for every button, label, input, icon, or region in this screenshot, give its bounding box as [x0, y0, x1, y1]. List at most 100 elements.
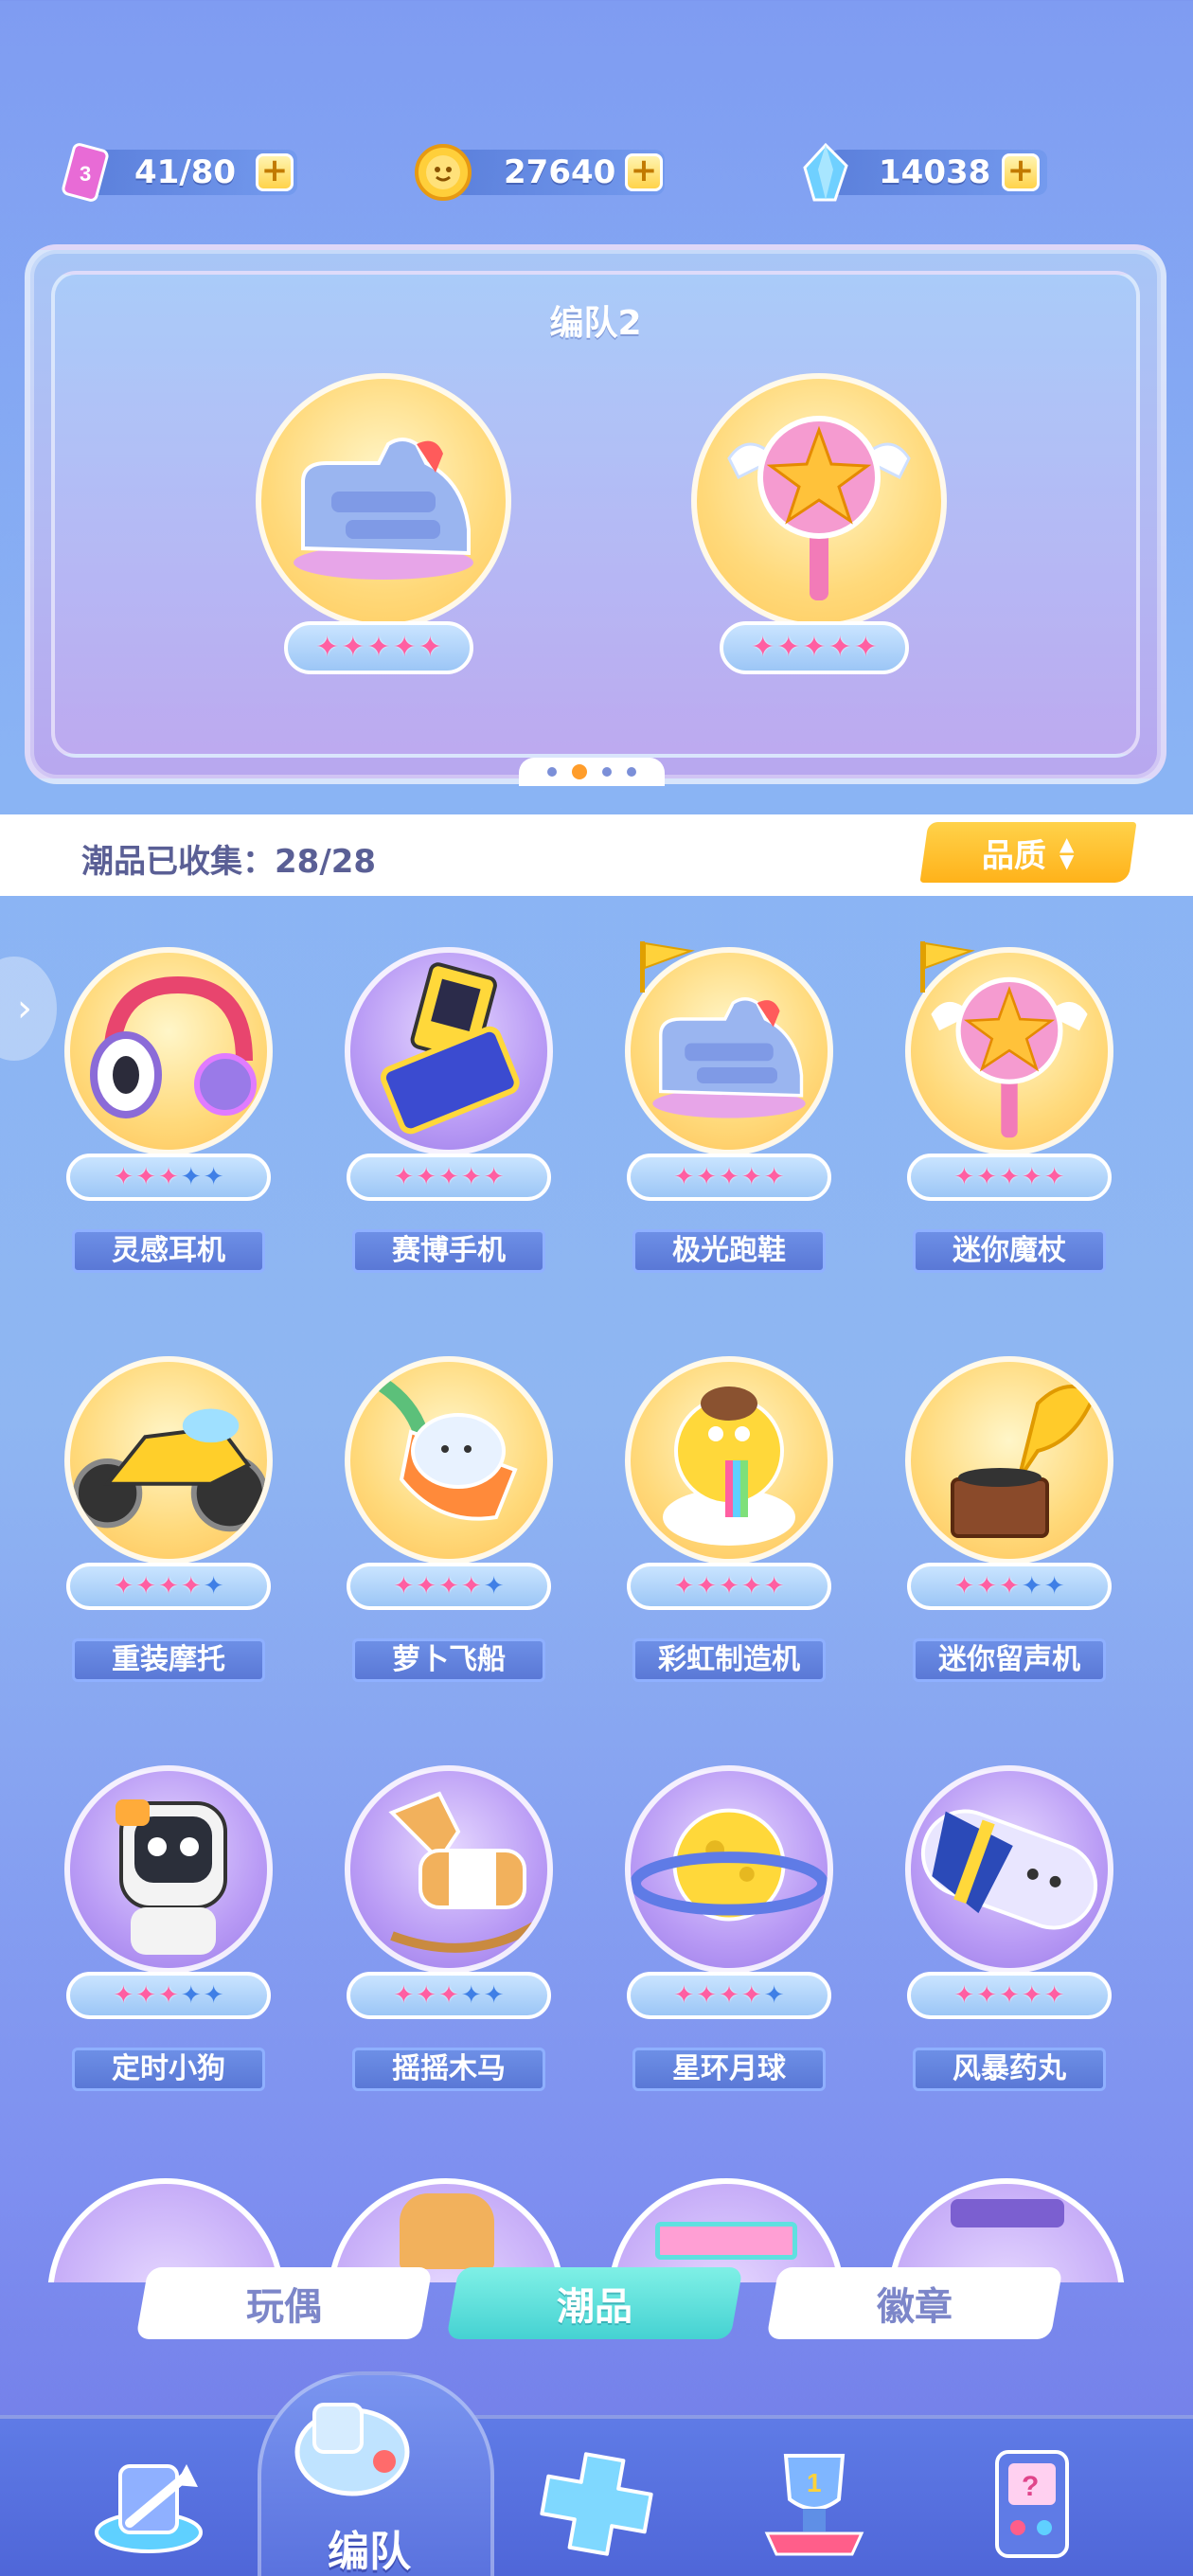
star-filled-icon: ✦ — [460, 1163, 482, 1191]
team-slot-2-stars: ✦ ✦ ✦ ✦ ✦ — [720, 621, 909, 674]
gold-coin-icon — [409, 138, 477, 206]
item-name: 重装摩托 — [72, 1638, 265, 1682]
collection-item[interactable]: ✦ ✦ ✦ ✦ ✦ 彩虹制造机 — [606, 1356, 852, 1707]
sort-arrows-icon: ▲ ▼ — [1059, 832, 1075, 872]
star-filled-icon: ✦ — [341, 631, 365, 664]
svg-text:?: ? — [1022, 2471, 1039, 2502]
star-filled-icon: ✦ — [392, 631, 417, 664]
star-filled-icon: ✦ — [740, 1981, 762, 2010]
collection-count: 潮品已收集：28/28 — [81, 843, 377, 881]
add-coin-button[interactable]: + — [625, 153, 663, 191]
star-filled-icon: ✦ — [673, 1981, 695, 2010]
coin-value: 27640 — [504, 153, 616, 191]
item-stars: ✦ ✦ ✦ ✦ ✦ — [347, 1563, 551, 1610]
add-crystal-button[interactable]: + — [1002, 153, 1040, 191]
star-filled-icon: ✦ — [113, 1572, 134, 1601]
bottom-nav: 编队 1 ? — [0, 2371, 1193, 2576]
nav-trophy[interactable]: 1 — [748, 2438, 881, 2570]
whistle-icon — [294, 2403, 410, 2496]
sneaker-icon — [256, 373, 511, 629]
collection-item[interactable]: ✦ ✦ ✦ ✦ ✦ 星环月球 — [606, 1765, 852, 2116]
star-filled-icon: ✦ — [828, 631, 852, 664]
item-stars: ✦ ✦ ✦ ✦ ✦ — [907, 1154, 1112, 1201]
chevron-right-icon: › — [17, 987, 32, 1030]
star-filled-icon: ✦ — [763, 1163, 785, 1191]
star-filled-icon: ✦ — [953, 1572, 975, 1601]
game-pad-icon — [540, 2452, 653, 2556]
nav-arcade[interactable]: ? — [966, 2438, 1098, 2570]
team-page-indicator[interactable] — [519, 758, 665, 786]
star-filled-icon: ✦ — [1043, 1163, 1065, 1191]
collection-item[interactable]: ✦ ✦ ✦ ✦ ✦ 赛博手机 — [326, 947, 572, 1297]
item-name: 风暴药丸 — [913, 2048, 1106, 2091]
item-name: 星环月球 — [632, 2048, 826, 2091]
star-filled-icon: ✦ — [1021, 1981, 1042, 2010]
star-filled-icon: ✦ — [999, 1163, 1020, 1191]
item-stars: ✦ ✦ ✦ ✦ ✦ — [627, 1154, 831, 1201]
collection-item[interactable]: ✦ ✦ ✦ ✦ ✦ 定时小狗 — [45, 1765, 292, 2116]
star-filled-icon: ✦ — [460, 1572, 482, 1601]
gramophone-icon — [905, 1356, 1113, 1565]
star-empty-icon: ✦ — [1021, 1572, 1042, 1601]
stamina-counter: 3 41/80 + — [51, 142, 316, 202]
flag-icon — [634, 938, 701, 994]
arrow-portal-icon — [95, 2464, 203, 2553]
item-stars: ✦ ✦ ✦ ✦ ✦ — [66, 1563, 271, 1610]
star-filled-icon: ✦ — [740, 1163, 762, 1191]
star-empty-icon: ✦ — [180, 1981, 202, 2010]
star-filled-icon: ✦ — [853, 631, 878, 664]
star-filled-icon: ✦ — [1043, 1981, 1065, 2010]
energy-ticket-icon: 3 — [51, 138, 119, 206]
star-filled-icon: ✦ — [418, 631, 442, 664]
nav-game[interactable] — [530, 2438, 663, 2570]
collection-item[interactable]: ✦ ✦ ✦ ✦ ✦ 萝卜飞船 — [326, 1356, 572, 1707]
quality-sort-button[interactable]: 品质 ▲ ▼ — [919, 822, 1137, 883]
arcade-machine-icon: ? — [995, 2450, 1069, 2558]
item-stars: ✦ ✦ ✦ ✦ ✦ — [627, 1563, 831, 1610]
collection-bar: 潮品已收集：28/28 品质 ▲ ▼ — [0, 814, 1193, 896]
crystal-counter: 14038 + — [792, 142, 1057, 202]
collection-item[interactable]: ✦ ✦ ✦ ✦ ✦ 灵感耳机 — [45, 947, 292, 1297]
item-name: 萝卜飞船 — [352, 1638, 545, 1682]
star-filled-icon: ✦ — [438, 1572, 459, 1601]
team-slot-1[interactable]: ✦ ✦ ✦ ✦ ✦ — [246, 373, 521, 686]
page-dot[interactable] — [627, 767, 636, 777]
collection-item[interactable]: ✦ ✦ ✦ ✦ ✦ 风暴药丸 — [886, 1765, 1132, 2116]
nav-team[interactable] — [286, 2381, 418, 2513]
tab-badges[interactable]: 徽章 — [766, 2267, 1063, 2339]
star-filled-icon: ✦ — [802, 631, 827, 664]
tab-dolls[interactable]: 玩偶 — [135, 2267, 433, 2339]
quality-sort-label: 品质 — [982, 836, 1047, 875]
star-filled-icon: ✦ — [135, 1163, 157, 1191]
star-filled-icon: ✦ — [135, 1572, 157, 1601]
collection-item[interactable]: ✦ ✦ ✦ ✦ ✦ 摇摇木马 — [326, 1765, 572, 2116]
collection-item[interactable]: ✦ ✦ ✦ ✦ ✦ 重装摩托 — [45, 1356, 292, 1707]
page-dot-active[interactable] — [572, 764, 587, 779]
collection-item[interactable]: ✦ ✦ ✦ ✦ ✦ 迷你魔杖 — [886, 941, 1132, 1297]
nav-portal[interactable] — [87, 2438, 220, 2570]
collection-item[interactable]: ✦ ✦ ✦ ✦ ✦ 迷你留声机 — [886, 1356, 1132, 1707]
page-dot[interactable] — [602, 767, 612, 777]
crystal-value: 14038 — [879, 153, 991, 191]
tab-trendy-items[interactable]: 潮品 — [446, 2267, 743, 2339]
rocking-horse-icon — [345, 1765, 553, 1974]
star-filled-icon: ✦ — [158, 1572, 179, 1601]
star-filled-icon: ✦ — [999, 1572, 1020, 1601]
tab-trendy-items-label: 潮品 — [557, 2285, 632, 2329]
add-stamina-button[interactable]: + — [256, 153, 294, 191]
team-slot-2[interactable]: ✦ ✦ ✦ ✦ ✦ — [682, 373, 956, 686]
item-name: 极光跑鞋 — [632, 1229, 826, 1273]
item-name: 迷你留声机 — [913, 1638, 1106, 1682]
star-empty-icon: ✦ — [1043, 1572, 1065, 1601]
star-filled-icon: ✦ — [1021, 1163, 1042, 1191]
trophy-icon: 1 — [764, 2454, 864, 2556]
svg-text:3: 3 — [80, 162, 91, 186]
star-filled-icon: ✦ — [719, 1572, 739, 1601]
item-grid-partial-row — [0, 2169, 1193, 2282]
star-empty-icon: ✦ — [483, 1981, 505, 2010]
nav-team-label: 编队 — [328, 2528, 411, 2576]
star-filled-icon: ✦ — [999, 1981, 1020, 2010]
star-empty-icon: ✦ — [203, 1163, 224, 1191]
collection-item[interactable]: ✦ ✦ ✦ ✦ ✦ 极光跑鞋 — [606, 941, 852, 1297]
page-dot[interactable] — [547, 767, 557, 777]
